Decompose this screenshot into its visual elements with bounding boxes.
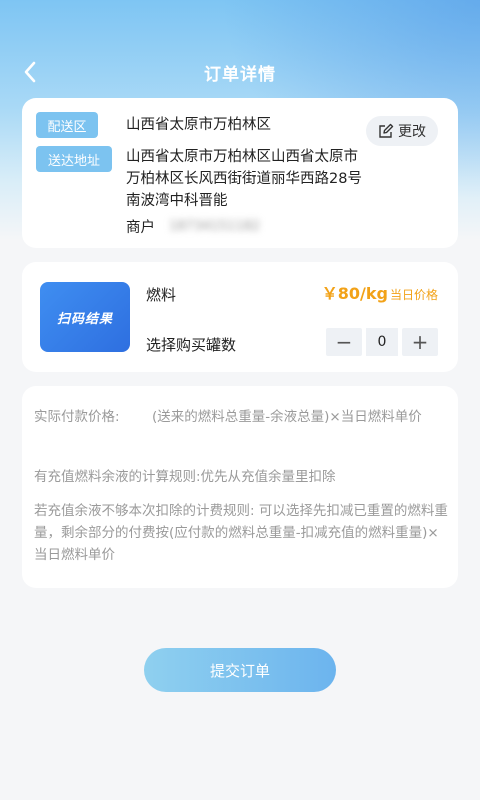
merchant-value: 18734151182 (169, 219, 260, 234)
price-value: ￥80/kg (321, 284, 388, 303)
address-card: 配送区 山西省太原市万柏林区 更改 送达地址 山西省太原市万柏林区山西省太原市万… (22, 98, 458, 248)
scan-result-image: 扫码结果 (40, 282, 130, 352)
merchant-label: 商户 (126, 220, 155, 236)
delivery-area-tag: 配送区 (36, 112, 98, 138)
decrease-button[interactable]: − (326, 328, 362, 356)
edit-icon (379, 123, 394, 138)
recharge-rule: 有充值燃料余液的计算规则:优先从充值余量里扣除 (34, 469, 336, 485)
insufficient-rule: 若充值余液不够本次扣除的计费规则: 可以选择先扣减已重置的燃料重量，剩余部分的付… (34, 503, 448, 563)
submit-order-button[interactable]: 提交订单 (144, 648, 336, 692)
delivery-area: 山西省太原市万柏林区 (126, 117, 271, 133)
increase-button[interactable]: + (402, 328, 438, 356)
actual-price-label: 实际付款价格: (34, 409, 120, 425)
address-tag: 送达地址 (36, 146, 112, 172)
product-name: 燃料 (146, 286, 177, 304)
price: ￥80/kg 当日价格 (322, 280, 438, 304)
merchant-row: 商户 18734151182 (126, 216, 260, 237)
chevron-left-icon (24, 61, 36, 83)
edit-label: 更改 (398, 124, 426, 140)
edit-address-button[interactable]: 更改 (366, 116, 438, 146)
product-card: 扫码结果 燃料 ￥80/kg 当日价格 选择购买罐数 − 0 + (22, 262, 458, 372)
price-note: 当日价格 (389, 288, 438, 302)
back-button[interactable] (14, 56, 46, 88)
quantity-label: 选择购买罐数 (146, 336, 237, 354)
delivery-address: 山西省太原市万柏林区山西省太原市万柏林区长风西街街道丽华西路28号南波湾中科晋能 (126, 149, 362, 209)
rules-card: 实际付款价格: (送来的燃料总重量-余液总量)×当日燃料单价 有充值燃料余液的计… (22, 386, 458, 588)
page-title: 订单详情 (204, 64, 276, 85)
quantity-stepper: − 0 + (326, 328, 438, 356)
actual-price-rule: 实际付款价格: (送来的燃料总重量-余液总量)×当日燃料单价 (34, 406, 452, 428)
nav-bar: 订单详情 (0, 48, 480, 96)
quantity-value[interactable]: 0 (366, 328, 398, 356)
actual-price-formula: (送来的燃料总重量-余液总量)×当日燃料单价 (152, 409, 422, 425)
